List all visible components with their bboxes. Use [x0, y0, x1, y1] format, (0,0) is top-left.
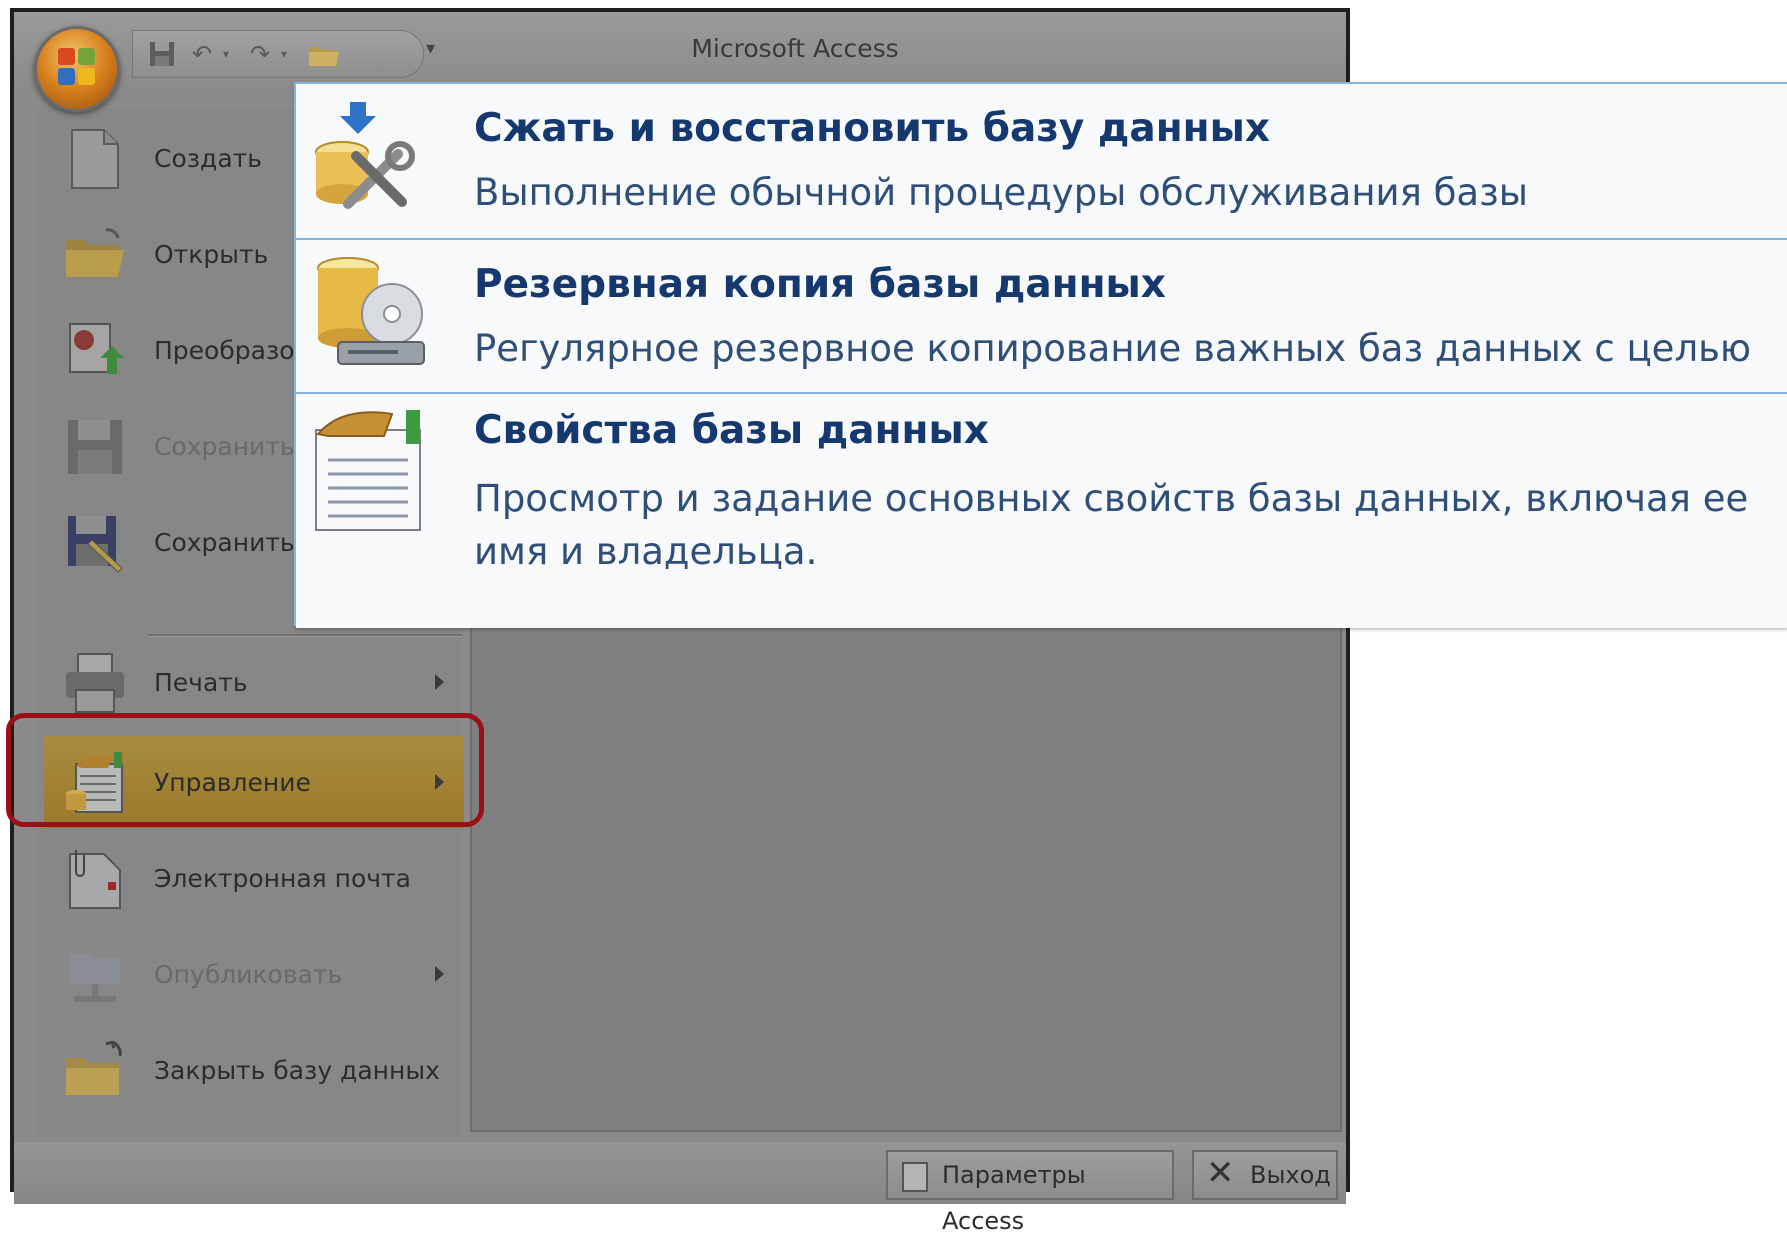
window-title: Microsoft Access [691, 34, 899, 63]
menu-item-label: Опубликовать [154, 960, 343, 989]
menu-item-label: Сохранить [154, 432, 295, 461]
printer-icon [66, 653, 124, 713]
submenu-item-backup[interactable]: Резервная копия базы данных Регулярное р… [296, 238, 1787, 394]
submenu-item-title: Резервная копия базы данных [474, 262, 1166, 307]
access-options-button[interactable]: Параметры Access [886, 1150, 1174, 1235]
publish-icon [70, 954, 120, 1002]
close-icon: ✕ [1206, 1153, 1235, 1193]
close-database-icon [66, 1040, 122, 1095]
submenu-arrow-icon [435, 966, 444, 982]
submenu-item-title: Сжать и восстановить базу данных [474, 106, 1271, 151]
new-document-icon [71, 129, 119, 189]
menu-item-label: Закрыть базу данных [154, 1056, 440, 1085]
menu-item-label: Преобразов [154, 336, 310, 365]
menu-item-close-database[interactable]: Закрыть базу данных [44, 1024, 464, 1120]
menu-item-label: Печать [154, 668, 248, 697]
email-icon [69, 850, 121, 909]
menu-item-label: Электронная почта [154, 864, 411, 893]
recent-documents-panel [470, 612, 1342, 1132]
options-icon [902, 1162, 928, 1192]
convert-icon [69, 323, 124, 374]
backup-database-icon [317, 257, 425, 365]
manage-submenu: Сжать и восстановить базу данных Выполне… [294, 82, 1787, 628]
menu-item-label: Открыть [154, 240, 269, 269]
office-button[interactable] [34, 26, 120, 112]
exit-label: Выход [1250, 1161, 1331, 1189]
database-properties-icon [315, 410, 421, 531]
submenu-arrow-icon [435, 674, 444, 690]
highlight-frame [6, 713, 484, 827]
office-logo-icon [58, 48, 96, 86]
menu-item-label: Создать [154, 144, 262, 173]
menu-item-email[interactable]: Электронная почта [44, 832, 464, 928]
submenu-item-compact-repair[interactable]: Сжать и восстановить базу данных Выполне… [296, 84, 1787, 238]
submenu-item-description: Регулярное резервное копирование важных … [474, 327, 1752, 394]
submenu-item-description: Просмотр и задание основных свойств базы… [474, 477, 1749, 573]
open-folder-icon [66, 228, 124, 277]
access-options-label: Параметры Access [942, 1161, 1086, 1235]
compact-repair-icon [315, 102, 415, 209]
submenu-item-properties[interactable]: Свойства базы данных Просмотр и задание … [296, 392, 1787, 628]
save-icon [68, 420, 122, 474]
submenu-item-title: Свойства базы данных [474, 408, 989, 453]
submenu-item-description: Выполнение обычной процедуры обслуживани… [474, 171, 1528, 214]
exit-button[interactable]: ✕ Выход [1192, 1150, 1338, 1200]
menu-item-publish[interactable]: Опубликовать [44, 928, 464, 1024]
save-as-icon [68, 516, 123, 573]
menu-bottom-bar: Параметры Access ✕ Выход [14, 1142, 1346, 1235]
title-bar: ↶ ▾ ↷ ▾ ▾ Microsoft Access [14, 12, 1346, 86]
